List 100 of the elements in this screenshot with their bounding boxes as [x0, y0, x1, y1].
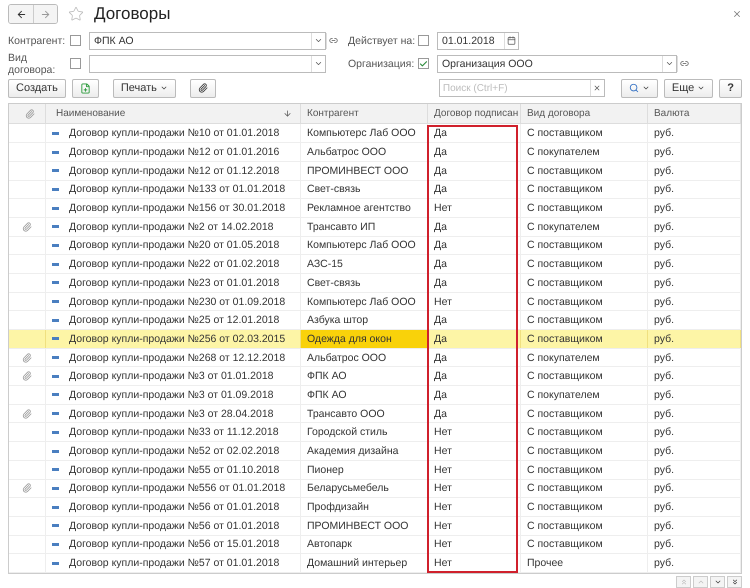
- filter-label: Контрагент:: [8, 34, 66, 46]
- item-icon: [52, 206, 59, 210]
- table-row[interactable]: Договор купли-продажи №25 от 12.01.2018 Азбука штор Да С поставщиком руб.: [9, 311, 741, 330]
- table-cell: Договор купли-продажи №12 от 01.12.2018: [46, 162, 301, 180]
- table-row[interactable]: Договор купли-продажи №57 от 01.01.2018 Домашний интерьер Нет Прочее руб.: [9, 554, 741, 573]
- table-row[interactable]: Договор купли-продажи №55 от 01.10.2018 Пионер Нет С поставщиком руб.: [9, 460, 741, 480]
- item-icon: [52, 468, 59, 472]
- window-title: Договоры: [94, 4, 172, 24]
- table-row[interactable]: Договор купли-продажи №156 от 30.01.2018 Рекламное агентство Нет С поставщиком руб.: [9, 199, 741, 218]
- table-cell: Да: [428, 367, 521, 386]
- more-button[interactable]: Еще: [664, 78, 714, 98]
- table-row[interactable]: Договор купли-продажи №3 от 28.04.2018 Трансавто ООО Да С поставщиком руб.: [9, 404, 741, 424]
- item-icon: [52, 524, 59, 528]
- clear-icon[interactable]: [593, 84, 602, 92]
- table-row[interactable]: Договор купли-продажи №10 от 01.01.2018 Компьютерс Лаб ООО Да С поставщиком руб.: [9, 124, 741, 144]
- table-row[interactable]: Договор купли-продажи №3 от 01.01.2018 ФПК АО Да С поставщиком руб.: [9, 367, 741, 386]
- table-cell: С поставщиком: [521, 236, 648, 254]
- search-icon: [628, 83, 639, 94]
- table-row[interactable]: Договор купли-продажи №56 от 15.01.2018 Автопарк Нет С поставщиком руб.: [9, 536, 741, 554]
- checkbox[interactable]: [70, 58, 81, 70]
- table-row[interactable]: Договор купли-продажи №256 от 02.03.2015 Одежда для окон Да С поставщиком руб.: [9, 330, 741, 349]
- item-icon: [52, 542, 59, 546]
- dropdown-icon[interactable]: [314, 36, 323, 45]
- table-cell: руб.: [648, 516, 741, 535]
- table-cell: руб.: [648, 180, 741, 198]
- calendar-icon[interactable]: [507, 36, 516, 45]
- table-row[interactable]: Договор купли-продажи №20 от 01.05.2018 Компьютерс Лаб ООО Да С поставщиком руб.: [9, 236, 741, 256]
- paperclip-icon[interactable]: [25, 108, 35, 119]
- select-field[interactable]: ФПК АО: [89, 32, 326, 50]
- checkbox[interactable]: [70, 35, 81, 46]
- next-page-button[interactable]: [710, 576, 725, 588]
- table-cell: руб.: [648, 423, 741, 442]
- checkbox[interactable]: [418, 35, 429, 46]
- checkbox[interactable]: [418, 58, 429, 70]
- table-row[interactable]: Договор купли-продажи №56 от 01.01.2018 ПРОМИНВЕСТ ООО Нет С поставщиком руб.: [9, 516, 741, 536]
- search-button[interactable]: [620, 78, 658, 98]
- column-header[interactable]: Валюта: [648, 104, 741, 124]
- table-cell: Академия дизайна: [301, 442, 428, 460]
- attach-button[interactable]: [190, 78, 216, 98]
- table-row[interactable]: Договор купли-продажи №3 от 01.09.2018 ФПК АО Да С покупателем руб.: [9, 386, 741, 405]
- table-row[interactable]: Договор купли-продажи №133 от 01.01.2018 Свет-связь Да С поставщиком руб.: [9, 180, 741, 200]
- table-cell: Да: [428, 386, 521, 404]
- table-row[interactable]: Договор купли-продажи №52 от 02.02.2018 Академия дизайна Нет С поставщиком руб.: [9, 442, 741, 461]
- table-cell: С поставщиком: [521, 442, 648, 460]
- table-row[interactable]: Договор купли-продажи №268 от 12.12.2018 Альбатрос ООО Да С покупателем руб.: [9, 348, 741, 368]
- table-cell: Договор купли-продажи №268 от 12.12.2018: [46, 348, 301, 366]
- column-header[interactable]: Договор подписан: [428, 104, 521, 124]
- table-cell: руб.: [648, 218, 741, 236]
- table-cell: С поставщиком: [521, 460, 648, 479]
- table-cell: руб.: [648, 199, 741, 217]
- table-cell: Да: [428, 311, 521, 330]
- item-icon: [52, 430, 59, 434]
- table-row[interactable]: Договор купли-продажи №556 от 01.01.2018 Беларусьмебель Нет С поставщиком руб.: [9, 480, 741, 498]
- back-button[interactable]: [9, 5, 33, 24]
- table-row[interactable]: Договор купли-продажи №12 от 01.01.2016 Альбатрос ООО Да С покупателем руб.: [9, 143, 741, 162]
- select-field[interactable]: [89, 54, 326, 73]
- table-cell: Да: [428, 143, 521, 161]
- table-cell: Да: [428, 124, 521, 142]
- table-cell: Договор купли-продажи №20 от 01.05.2018: [46, 236, 301, 254]
- star-icon[interactable]: [68, 6, 84, 22]
- file-plus-icon: [80, 82, 91, 94]
- link-icon[interactable]: [680, 59, 689, 68]
- table-row[interactable]: Договор купли-продажи №22 от 01.02.2018 АЗС-15 Да С поставщиком руб.: [9, 255, 741, 274]
- column-header[interactable]: Наименование: [56, 108, 283, 120]
- help-button[interactable]: ?: [719, 78, 742, 98]
- table-cell: С покупателем: [521, 143, 648, 161]
- table-cell: Договор купли-продажи №33 от 11.12.2018: [46, 423, 301, 442]
- table-cell: Трансавто ИП: [301, 218, 428, 236]
- table-row[interactable]: Договор купли-продажи №56 от 01.01.2018 Профдизайн Нет С поставщиком руб.: [9, 498, 741, 517]
- close-icon[interactable]: [732, 9, 742, 20]
- select-field[interactable]: Организация ООО: [437, 54, 677, 73]
- table-cell: С поставщиком: [521, 516, 648, 535]
- table-row[interactable]: Договор купли-продажи №23 от 01.01.2018 Свет-связь Да С поставщиком руб.: [9, 274, 741, 293]
- link-icon[interactable]: [329, 36, 338, 45]
- table-cell: Договор купли-продажи №56 от 15.01.2018: [46, 536, 301, 554]
- item-icon: [52, 356, 59, 360]
- add-file-button[interactable]: [72, 78, 99, 98]
- table-row[interactable]: Договор купли-продажи №12 от 01.12.2018 ПРОМИНВЕСТ ООО Да С поставщиком руб.: [9, 162, 741, 181]
- item-icon: [52, 225, 59, 228]
- search-field[interactable]: Поиск (Ctrl+F): [438, 79, 605, 98]
- create-button[interactable]: Создать: [8, 78, 66, 98]
- column-header[interactable]: Вид договора: [521, 104, 648, 124]
- last-page-button[interactable]: [727, 576, 742, 588]
- column-header[interactable]: Контрагент: [301, 104, 428, 124]
- table-cell: руб.: [648, 236, 741, 254]
- table-cell: С поставщиком: [521, 292, 648, 310]
- table-cell: С поставщиком: [521, 274, 648, 292]
- date-field[interactable]: 01.01.2018: [437, 32, 519, 50]
- print-button[interactable]: Печать: [112, 78, 176, 98]
- table-cell: Прочее: [521, 554, 648, 572]
- table-row[interactable]: Договор купли-продажи №33 от 11.12.2018 Городской стиль Нет С поставщиком руб.: [9, 423, 741, 442]
- item-icon: [52, 374, 59, 378]
- table-row[interactable]: Договор купли-продажи №230 от 01.09.2018 Компьютерс Лаб ООО Нет С поставщиком руб.: [9, 292, 741, 312]
- table-cell: руб.: [648, 367, 741, 386]
- table-cell: С поставщиком: [521, 311, 648, 330]
- table-cell: Домашний интерьер: [301, 554, 428, 572]
- item-icon: [52, 318, 59, 322]
- table-row[interactable]: Договор купли-продажи №2 от 14.02.2018 Трансавто ИП Да С покупателем руб.: [9, 218, 741, 237]
- table-cell: Договор купли-продажи №230 от 01.09.2018: [46, 292, 301, 310]
- item-icon: [52, 188, 59, 191]
